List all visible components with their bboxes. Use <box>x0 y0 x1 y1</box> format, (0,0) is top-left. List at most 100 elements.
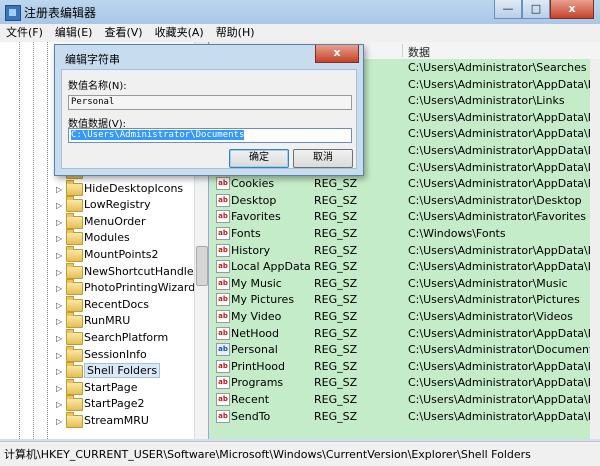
value-row[interactable]: ab Local AppData REG_SZ C:\Users\Administra… <box>210 258 600 275</box>
string-value-icon: ab <box>216 243 230 257</box>
list-scrollbar[interactable] <box>590 59 600 439</box>
string-value-icon: ab <box>216 310 230 323</box>
tree-item[interactable]: ▷ SearchPlatform <box>56 328 206 347</box>
value-type: REG_SZ <box>314 177 358 191</box>
tree-item[interactable]: ▷ Shell Folders <box>56 362 206 380</box>
tree-item[interactable]: ▷ LowRegistry <box>56 196 206 214</box>
value-row[interactable]: ab Recent REG_SZ C:\Users\Administrator\App… <box>210 391 600 408</box>
menu-edit[interactable]: 编辑(E) <box>49 24 99 42</box>
tree-item[interactable]: ▷ StartPage <box>56 378 206 397</box>
value-name: PrintHood <box>231 359 286 373</box>
expand-arrow-icon[interactable]: ▷ <box>56 317 62 326</box>
expand-arrow-icon[interactable]: ▷ <box>56 251 62 260</box>
tree-item[interactable]: ▷ RunMRU <box>56 312 206 330</box>
value-row[interactable]: ab Favorites REG_SZ C:\Users\Administrator\… <box>210 208 590 225</box>
expand-arrow-icon[interactable]: ▷ <box>56 301 62 310</box>
value-name: Personal <box>231 343 278 357</box>
expand-arrow-icon[interactable]: ▷ <box>56 201 62 210</box>
dialog-close-button[interactable]: x <box>315 45 359 63</box>
value-type: REG_SZ <box>314 210 358 224</box>
expand-arrow-icon[interactable]: ▷ <box>56 284 62 293</box>
minimize-button[interactable]: — <box>494 0 522 19</box>
tree-scrollbar-thumb[interactable] <box>196 246 208 286</box>
value-row[interactable]: ab My Video REG_SZ C:\Users\Administrator\V… <box>210 308 590 325</box>
tree-item-label: Modules <box>84 231 130 245</box>
menu-favorites[interactable]: 收藏夹(A) <box>149 24 210 42</box>
title-bar: 注册表编辑器 — □ x <box>0 0 600 24</box>
menu-file[interactable]: 文件(F) <box>0 24 49 42</box>
tree-item[interactable]: ▷ Modules <box>56 229 206 247</box>
column-header-data[interactable]: 数据 <box>408 44 430 60</box>
tree-item[interactable]: ▷ RecentDocs <box>56 295 206 314</box>
folder-icon <box>66 229 83 246</box>
value-row[interactable]: ab Programs REG_SZ C:\Users\Administrator\A… <box>210 374 600 391</box>
expand-arrow-icon[interactable]: ▷ <box>56 268 62 277</box>
expand-arrow-icon[interactable]: ▷ <box>56 234 62 243</box>
value-data: C:\Users\Administrator\Videos <box>408 310 573 323</box>
ok-button[interactable]: 确定 <box>229 149 289 168</box>
tree-item[interactable]: ▷ MountPoints2 <box>56 245 206 264</box>
value-row[interactable]: ab Desktop REG_SZ C:\Users\Administrator\De… <box>210 192 590 209</box>
cancel-button[interactable]: 取消 <box>293 149 353 168</box>
string-value-icon: ab <box>216 260 230 274</box>
value-data: C:\Users\Administrator\AppData\Roam <box>408 177 600 191</box>
expand-arrow-icon[interactable]: ▷ <box>56 185 62 194</box>
folder-icon <box>66 312 83 329</box>
string-value-icon: ab <box>216 409 230 423</box>
value-row[interactable]: ab NetHood REG_SZ C:\Users\Administrator\Ap… <box>210 325 600 342</box>
value-data: C:\Users\Administrator\Searches <box>408 61 587 74</box>
tree-item[interactable]: ▷ SessionInfo <box>56 345 206 364</box>
tree-item[interactable]: ▷ StreamMRU <box>56 411 206 430</box>
tree-guide-line <box>47 42 48 439</box>
value-name-field: Personal <box>68 95 352 110</box>
folder-icon <box>66 345 83 362</box>
tree-item[interactable]: ▷ MenuOrder <box>56 212 206 231</box>
value-name: SendTo <box>231 409 271 423</box>
expand-arrow-icon[interactable]: ▷ <box>56 384 62 393</box>
value-data: C:\Users\Administrator\Favorites <box>408 210 586 224</box>
column-separator[interactable] <box>402 44 403 57</box>
value-row[interactable]: ab My Pictures REG_SZ C:\Users\Administrato… <box>210 291 590 308</box>
value-data: C:\Users\Administrator\AppData\Roam <box>408 393 600 406</box>
string-value-icon: ab <box>216 326 230 340</box>
folder-icon <box>66 279 83 296</box>
tree-item[interactable]: ▷ PhotoPrintingWizard <box>56 279 206 297</box>
value-name: Fonts <box>231 227 261 240</box>
expand-arrow-icon[interactable]: ▷ <box>56 334 62 343</box>
folder-icon <box>66 262 83 279</box>
close-button[interactable]: x <box>550 0 594 19</box>
value-row[interactable]: ab History REG_SZ C:\Users\Administrator\Ap… <box>210 242 600 259</box>
expand-arrow-icon[interactable]: ▷ <box>56 351 62 360</box>
menu-view[interactable]: 查看(V) <box>98 24 148 42</box>
tree-item[interactable]: ▷ StartPage2 <box>56 395 206 413</box>
maximize-button[interactable]: □ <box>522 0 550 19</box>
expand-arrow-icon[interactable]: ▷ <box>56 218 62 227</box>
value-data: C:\Users\Administrator\AppData\Local <box>408 260 600 274</box>
value-name: My Pictures <box>231 293 295 307</box>
tree-item[interactable]: ▷ HideDesktopIcons <box>56 179 206 198</box>
window-title: 注册表编辑器 <box>24 6 97 20</box>
value-row[interactable]: ab SendTo REG_SZ C:\Users\Administrator\App… <box>210 408 600 425</box>
menu-bar: 文件(F) 编辑(E) 查看(V) 收藏夹(A) 帮助(H) <box>0 24 600 43</box>
string-value-icon: ab <box>216 376 230 390</box>
folder-icon <box>66 245 83 262</box>
menu-help[interactable]: 帮助(H) <box>210 24 261 42</box>
expand-arrow-icon[interactable]: ▷ <box>56 400 62 409</box>
tree-item-label: MenuOrder <box>84 214 146 228</box>
value-row[interactable]: ab Fonts REG_SZ C:\Windows\Fonts <box>210 225 590 242</box>
status-bar: 计算机\HKEY_CURRENT_USER\Software\Microsoft… <box>0 441 600 466</box>
tree-item-label: StreamMRU <box>84 413 149 427</box>
expand-arrow-icon[interactable]: ▷ <box>56 367 62 376</box>
value-data: C:\Users\Administrator\Documents <box>408 343 600 357</box>
tree-item[interactable]: ▷ NewShortcutHandlers <box>56 262 206 281</box>
value-data-input[interactable]: C:\Users\Administrator\Documents <box>68 128 352 143</box>
value-row[interactable]: ab My Music REG_SZ C:\Users\Administrator\M… <box>210 275 590 292</box>
folder-icon <box>66 179 83 196</box>
value-row[interactable]: ab PrintHood REG_SZ C:\Users\Administrator\… <box>210 358 600 375</box>
value-row[interactable]: ab Cookies REG_SZ C:\Users\Administrator\Ap… <box>210 175 600 192</box>
value-row[interactable]: ab Personal REG_SZ C:\Users\Administrator\D… <box>210 341 599 358</box>
expand-arrow-icon[interactable]: ▷ <box>56 417 62 426</box>
folder-icon <box>66 212 83 229</box>
value-data: C:\Users\Administrator\AppData\Roam <box>408 359 600 373</box>
folder-icon <box>66 362 83 379</box>
